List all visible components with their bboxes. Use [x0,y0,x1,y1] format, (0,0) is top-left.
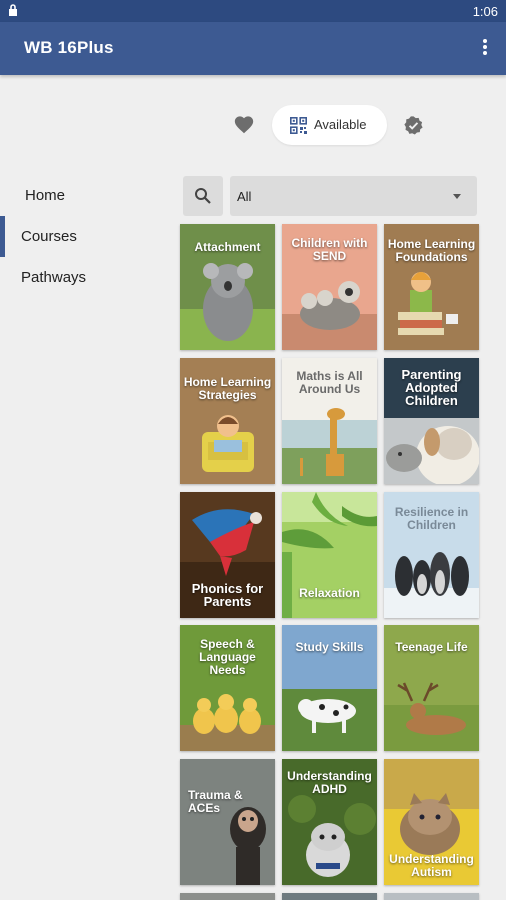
search-icon [195,188,211,204]
available-filter-button[interactable]: Available [272,105,387,145]
sidebar-nav: Home Courses Pathways [0,175,175,298]
course-title: Speech & Language Needs [199,637,256,677]
course-title: Attachment [194,240,261,254]
course-tile-partial[interactable] [282,893,377,900]
app-bar: WB 16Plus [0,22,506,75]
favorites-heart-icon[interactable] [233,114,255,136]
course-title: Maths is All Around Us [296,369,363,396]
course-title: Home Learning Strategies [183,375,272,402]
filter-row: Available [0,104,506,146]
course-tile-trauma-aces[interactable]: Trauma & ACEs [180,759,275,885]
course-tile-teenage-life[interactable]: Teenage Life [384,625,479,751]
lock-icon [8,3,18,22]
course-tile-understanding-adhd[interactable]: Understanding ADHD [282,759,377,885]
course-title: Home Learning Foundations [387,237,476,264]
course-tile-phonics-for-parents[interactable]: Phonics for Parents [180,492,275,618]
course-tile-children-with-send[interactable]: Children with SEND [282,224,377,350]
course-title: Understanding Autism [389,852,474,879]
status-time: 1:06 [472,4,498,19]
course-tile-home-learning-foundations[interactable]: Home Learning Foundations [384,224,479,350]
status-bar: 1:06 [0,0,506,22]
course-title: Understanding ADHD [287,769,372,796]
course-tile-relaxation[interactable]: Relaxation [282,492,377,618]
course-title: Children with SEND [291,236,368,263]
sidebar-item-pathways[interactable]: Pathways [0,257,175,298]
course-title: Resilience in Children [394,505,469,532]
course-tile-study-skills[interactable]: Study Skills [282,625,377,751]
course-tile-maths-is-all-around-us[interactable]: Maths is All Around Us [282,358,377,484]
course-tile-parenting-adopted-children[interactable]: Parenting Adopted Children [384,358,479,484]
completed-check-icon[interactable] [403,115,424,136]
more-options-icon[interactable] [480,38,490,58]
category-select-value: All [237,189,252,204]
sidebar-item-courses[interactable]: Courses [0,216,175,257]
sidebar-item-label: Courses [21,228,77,245]
course-tile-partial[interactable] [384,893,479,900]
qr-code-icon [290,117,307,134]
course-tile-attachment[interactable]: Attachment [180,224,275,350]
app-title: WB 16Plus [24,38,114,57]
sidebar-item-home[interactable]: Home [0,175,175,216]
sidebar-item-label: Home [25,187,66,204]
sidebar-item-label: Pathways [21,269,87,286]
course-tile-home-learning-strategies[interactable]: Home Learning Strategies [180,358,275,484]
course-tile-speech-language-needs[interactable]: Speech & Language Needs [180,625,275,751]
available-label: Available [314,117,367,132]
course-title: Relaxation [299,586,360,600]
course-title: Parenting Adopted Children [401,367,462,408]
course-tile-resilience-in-children[interactable]: Resilience in Children [384,492,479,618]
course-title: Study Skills [295,640,364,654]
chevron-down-icon [453,194,461,199]
course-tile-understanding-autism[interactable]: Understanding Autism [384,759,479,885]
course-title: Phonics for Parents [191,581,264,609]
course-tile-partial[interactable] [180,893,275,900]
search-button[interactable] [183,176,223,216]
course-title: Teenage Life [395,640,468,654]
course-title: Trauma & ACEs [188,788,243,815]
category-select[interactable]: All [230,176,477,216]
